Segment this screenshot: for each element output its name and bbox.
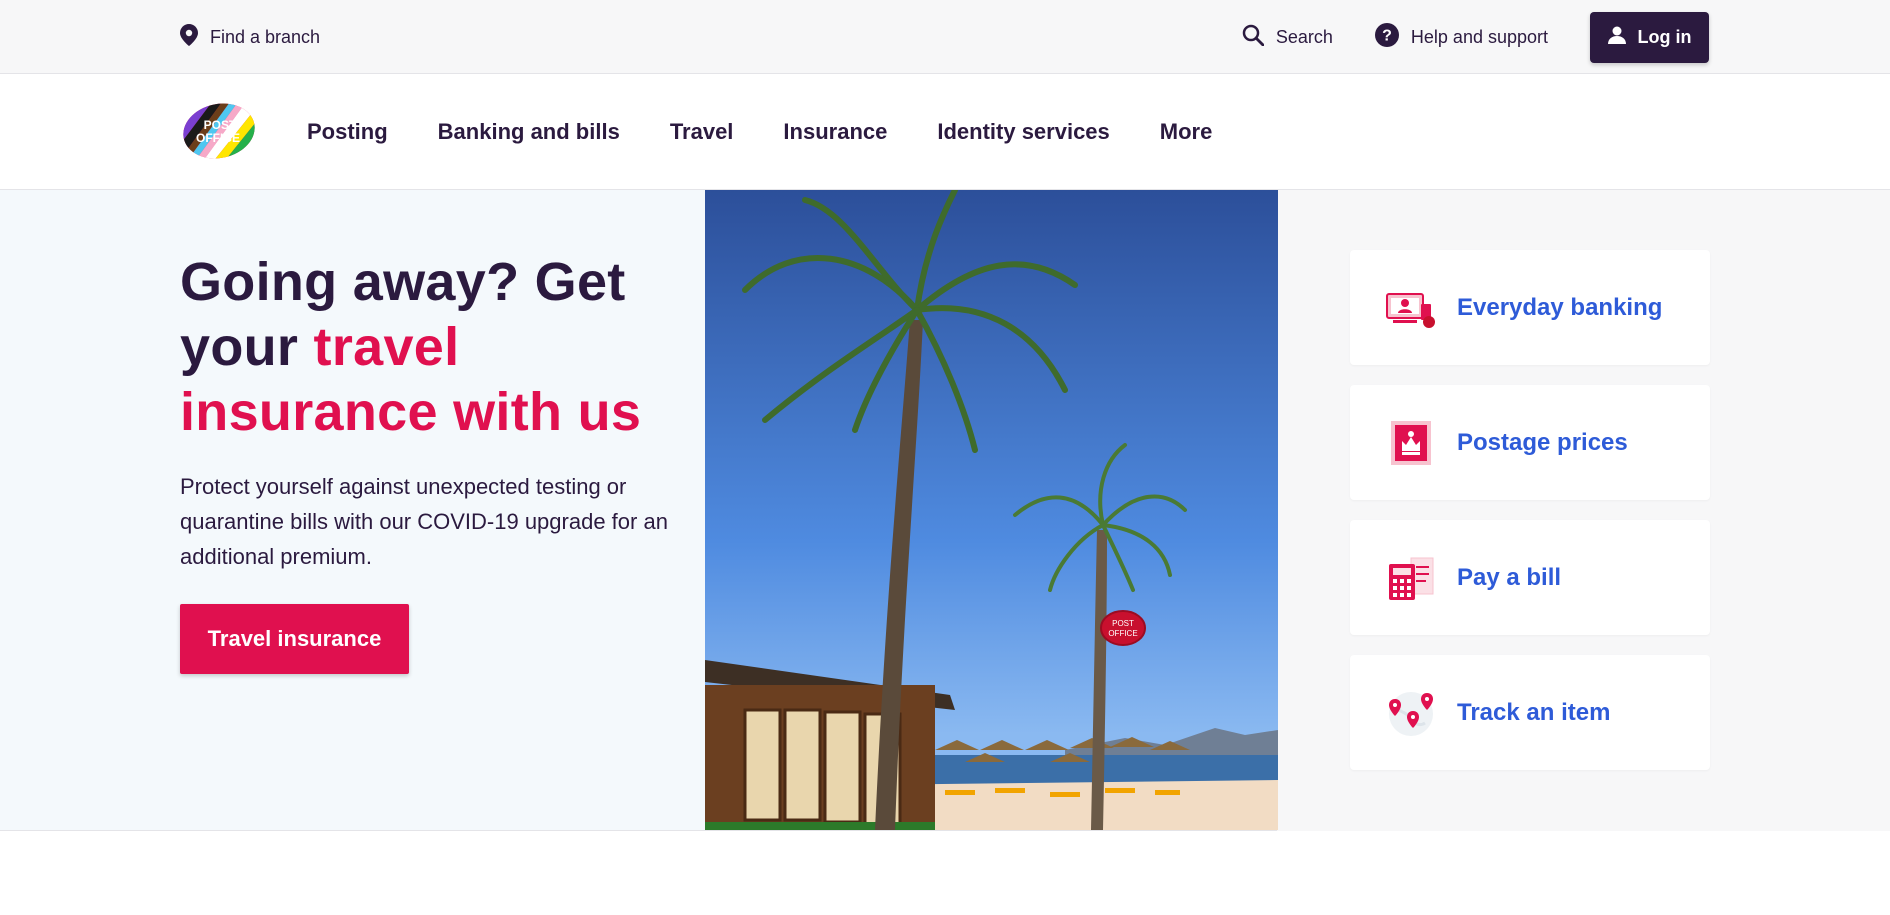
user-icon (1607, 26, 1626, 49)
banking-icon (1385, 282, 1437, 334)
search-icon (1242, 24, 1265, 51)
royal-mail-stamp-icon (1385, 417, 1437, 469)
nav-item-banking-and-bills[interactable]: Banking and bills (438, 119, 620, 145)
hero-section: Going away? Get your travel insurance wi… (0, 190, 1890, 831)
search-label: Search (1275, 26, 1333, 47)
svg-text:POST: POST (1112, 619, 1134, 628)
help-support-link[interactable]: ? Help and support (1374, 22, 1548, 52)
post-office-logo[interactable]: POST OFFICE (182, 102, 256, 165)
find-branch-label: Find a branch (210, 26, 321, 47)
map-pins-icon (1385, 687, 1437, 739)
nav-item-more[interactable]: More (1160, 119, 1213, 145)
help-support-label: Help and support (1410, 26, 1548, 47)
quick-link-postage-prices[interactable]: Postage prices (1350, 385, 1710, 500)
travel-insurance-button[interactable]: Travel insurance (180, 604, 409, 674)
quick-link-label: Pay a bill (1457, 563, 1562, 591)
quick-link-everyday-banking[interactable]: Everyday banking (1350, 250, 1710, 365)
quick-link-pay-a-bill[interactable]: Pay a bill (1350, 520, 1710, 635)
location-pin-icon (180, 23, 198, 51)
svg-text:OFFICE: OFFICE (1108, 629, 1137, 638)
find-branch-link[interactable]: Find a branch (180, 0, 320, 74)
quick-link-track-an-item[interactable]: Track an item (1350, 655, 1710, 770)
hero-title: Going away? Get your travel insurance wi… (180, 250, 680, 445)
nav-item-identity-services[interactable]: Identity services (937, 119, 1109, 145)
login-label: Log in (1637, 26, 1692, 47)
utility-bar: Find a branch Search ? Help and support … (0, 0, 1890, 74)
svg-text:?: ? (1382, 27, 1392, 44)
svg-text:OFFICE: OFFICE (196, 131, 240, 145)
calculator-bill-icon (1385, 552, 1437, 604)
quick-links: Everyday banking Postage prices Pay a bi… (1350, 250, 1710, 790)
nav-item-travel[interactable]: Travel (670, 119, 734, 145)
main-navigation: POST OFFICE Posting Banking and bills Tr… (0, 74, 1890, 190)
beach-palm-trees-image: POST OFFICE (705, 190, 1278, 830)
help-icon: ? (1374, 22, 1399, 52)
quick-link-label: Everyday banking (1457, 293, 1663, 321)
svg-text:POST: POST (204, 118, 237, 132)
quick-link-label: Track an item (1457, 698, 1611, 726)
hero-description: Protect yourself against unexpected test… (180, 474, 668, 569)
nav-item-posting[interactable]: Posting (307, 119, 388, 145)
login-button[interactable]: Log in (1590, 11, 1709, 63)
hero-text-block: Going away? Get your travel insurance wi… (180, 250, 680, 674)
quick-link-label: Postage prices (1457, 428, 1628, 456)
nav-item-insurance[interactable]: Insurance (783, 119, 887, 145)
search-link[interactable]: Search (1242, 24, 1333, 51)
